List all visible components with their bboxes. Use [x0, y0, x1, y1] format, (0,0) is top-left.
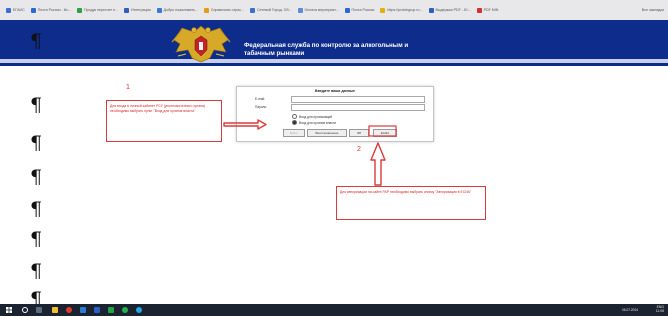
bookmark-item[interactable]: https://protekgrup.ru... — [380, 7, 423, 13]
all-bookmarks-label: Все закладки — [641, 8, 664, 12]
pilcrow-mark: ¶ — [30, 166, 43, 188]
radio-login-org-label: Вход для организаций — [299, 114, 332, 119]
bookmark-favicon-icon — [344, 7, 350, 13]
telegram-icon[interactable] — [136, 307, 142, 313]
bookmark-item[interactable]: Добро пожаловать... — [156, 7, 198, 13]
radio-login-org[interactable]: Вход для организаций — [292, 114, 332, 119]
radio-button-selected-icon[interactable] — [292, 120, 297, 125]
site-title: Федеральная служба по контролю за алкого… — [244, 42, 454, 57]
bookmark-item[interactable]: Справочник отрас... — [203, 7, 245, 13]
all-bookmarks-folder[interactable]: Все закладки — [636, 8, 668, 12]
coat-of-arms-icon — [171, 25, 231, 63]
esia-button[interactable]: ЕСИА — [373, 129, 397, 137]
bookmark-item[interactable]: Интеграция — [124, 7, 151, 13]
password-label: Пароль: — [255, 105, 267, 109]
word-icon[interactable] — [80, 307, 86, 313]
bookmark-label: Справочник отрас... — [210, 8, 245, 12]
bookmark-label: https://protekgrup.ru... — [387, 8, 423, 12]
pilcrow-mark: ¶ — [30, 94, 43, 116]
whatsapp-icon[interactable] — [122, 307, 128, 313]
bookmark-favicon-icon — [156, 7, 162, 13]
bookmark-label: Оплата мероприят... — [304, 8, 339, 12]
bookmark-item[interactable]: PDF MIN — [476, 7, 499, 13]
bookmark-favicon-icon — [6, 7, 11, 13]
login-title: Введите ваши данные — [314, 89, 356, 93]
bookmark-favicon-icon — [203, 7, 209, 13]
annotation-callout-2-text: Для авторизации на сайте РАР необходимо … — [340, 190, 472, 194]
bookmark-item[interactable]: Оплата мероприят... — [297, 7, 339, 13]
file-explorer-icon[interactable] — [52, 307, 58, 313]
login-button[interactable]: Войти — [283, 129, 305, 137]
task-view-icon[interactable] — [36, 307, 42, 313]
pilcrow-mark: ¶ — [30, 198, 43, 220]
recover-button[interactable]: Восстановление — [307, 129, 347, 137]
pilcrow-mark: ¶ — [30, 30, 43, 52]
bookmark-label: PDF MIN — [483, 8, 499, 12]
pilcrow-mark: ¶ — [30, 228, 43, 250]
pilcrow-mark: ¶ — [30, 260, 43, 282]
annotation-number-1: 1 — [126, 84, 130, 91]
tray-date: 06.07.2024 — [622, 308, 638, 312]
email-label: E-mail: — [255, 97, 265, 101]
annotation-callout-1-text: Для входа в личный кабинет РСУ (уполномо… — [110, 104, 206, 113]
bookmark-label: Добро пожаловать... — [163, 8, 198, 12]
radio-login-gov[interactable]: Вход для органов власти — [292, 120, 336, 125]
header-stripe — [0, 59, 668, 63]
bookmark-item[interactable]: ЕГАИС — [6, 7, 25, 13]
bookmark-favicon-icon — [428, 7, 434, 13]
annotation-callout-1: Для входа в личный кабинет РСУ (уполномо… — [106, 100, 222, 142]
radio-button-icon[interactable] — [292, 114, 297, 119]
excel-icon[interactable] — [108, 307, 114, 313]
site-title-line2: табачным рынками — [244, 49, 305, 57]
bookmark-label: Почта России — [351, 8, 375, 12]
bookmark-favicon-icon — [30, 7, 36, 13]
annotation-number-2: 2 — [357, 146, 361, 153]
bookmark-favicon-icon — [380, 7, 386, 13]
bookmark-favicon-icon — [476, 7, 482, 13]
annotation-callout-2: Для авторизации на сайте РАР необходимо … — [336, 186, 486, 220]
email-field[interactable] — [291, 96, 425, 103]
bookmark-label: Продук пересчет п... — [84, 8, 119, 12]
password-field[interactable] — [291, 104, 425, 111]
bookmark-favicon-icon — [297, 7, 303, 13]
bookmark-label: ЕГАИС — [13, 8, 25, 12]
tray-time: 11:08 — [655, 309, 664, 314]
bookmarks-bar: ЕГАИС Почта России - Ис... Продук пересчет… — [0, 0, 668, 21]
system-tray[interactable]: ENG 11:08 — [656, 305, 664, 314]
chrome-browser-icon[interactable] — [66, 307, 72, 313]
search-icon[interactable] — [22, 307, 28, 313]
bookmark-favicon-icon — [250, 7, 256, 13]
site-header: Федеральная служба по контролю за алкого… — [0, 20, 668, 66]
bookmark-favicon-icon — [77, 7, 83, 13]
bookmark-label: Выдержки PDF - Ю... — [435, 8, 471, 12]
bookmark-favicon-icon — [124, 7, 130, 13]
bookmark-label: Почта России - Ис... — [37, 8, 72, 12]
bookmark-item[interactable]: Выдержки PDF - Ю... — [428, 7, 471, 13]
bookmark-item[interactable]: Почта России — [344, 7, 375, 13]
taskbar-app-icon[interactable] — [94, 307, 100, 313]
bookmark-item[interactable]: Сетевой Город. Об... — [250, 7, 292, 13]
windows-taskbar: ENG 11:08 06.07.2024 — [0, 304, 668, 316]
bookmark-item[interactable]: Почта России - Ис... — [30, 7, 72, 13]
pilcrow-mark: ¶ — [30, 132, 43, 154]
bookmark-label: Интеграция — [131, 8, 151, 12]
bookmark-item[interactable]: Продук пересчет п... — [77, 7, 119, 13]
digital-signature-button[interactable]: ЭП — [349, 129, 369, 137]
bookmark-label: Сетевой Город. Об... — [257, 8, 292, 12]
login-form: Введите ваши данные E-mail: Пароль: Вход… — [236, 86, 434, 142]
radio-login-gov-label: Вход для органов власти — [299, 120, 337, 125]
site-title-line1: Федеральная служба по контролю за алкого… — [244, 42, 409, 49]
windows-start-icon[interactable] — [6, 307, 12, 313]
